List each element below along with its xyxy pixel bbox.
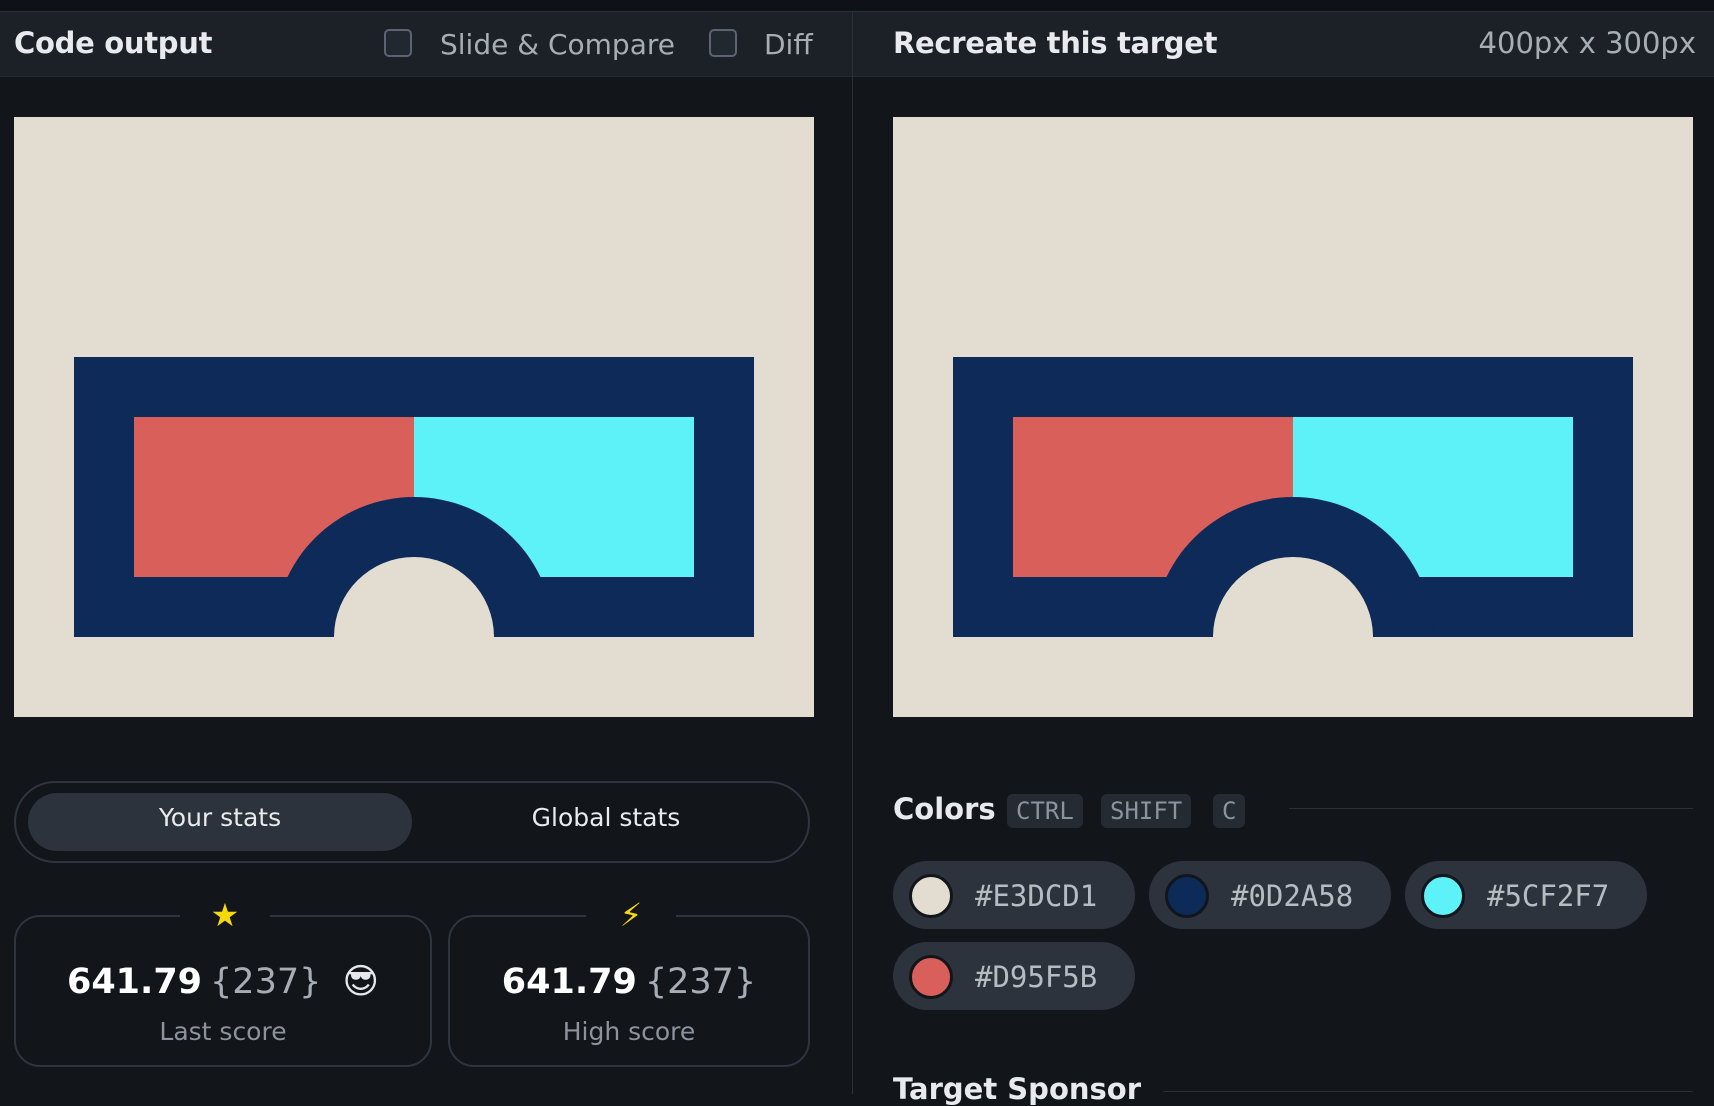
high-score-label: High score	[562, 1017, 696, 1046]
color-swatch[interactable]: #D95F5B	[893, 942, 1135, 1010]
colors-title: Colors	[893, 792, 996, 826]
swatch-hex: #5CF2F7	[1487, 879, 1610, 913]
diff-checkbox[interactable]	[709, 29, 737, 57]
code-output-panel: Code output Slide & Compare Diff Your st…	[0, 12, 852, 1094]
color-swatch[interactable]: #E3DCD1	[893, 861, 1135, 929]
color-swatch[interactable]: #0D2A58	[1149, 861, 1391, 929]
target-panel: Recreate this target 400px x 300px Color…	[853, 12, 1714, 1106]
glasses-render	[14, 117, 814, 717]
color-swatch[interactable]: #5CF2F7	[1405, 861, 1647, 929]
kbd-c: C	[1213, 794, 1246, 828]
lightning-icon: ⚡	[586, 895, 676, 935]
kbd-ctrl: CTRL	[1007, 794, 1083, 828]
high-score-line: 641.79 {237}	[450, 962, 808, 1002]
swatch-hex: #E3DCD1	[975, 879, 1098, 913]
target-glasses-image	[893, 117, 1693, 717]
slide-compare-checkbox[interactable]	[384, 29, 412, 57]
high-score-value: 641.79	[501, 962, 637, 1002]
swatch-hex: #0D2A58	[1231, 879, 1354, 913]
diff-label[interactable]: Diff	[764, 28, 813, 61]
target-header: Recreate this target 400px x 300px	[853, 12, 1714, 77]
target-sponsor-title: Target Sponsor	[893, 1072, 1142, 1106]
code-output-header: Code output Slide & Compare Diff	[0, 12, 852, 77]
target-dimensions: 400px x 300px	[1478, 26, 1696, 60]
stats-toggle: Your stats Global stats	[14, 781, 810, 863]
slide-compare-label[interactable]: Slide & Compare	[440, 28, 675, 61]
last-score-line: 641.79 {237} 😎	[16, 962, 430, 1002]
colors-rule	[1289, 808, 1693, 809]
high-score-card: ⚡ 641.79 {237} High score	[448, 895, 810, 1067]
last-score-count: {237}	[210, 962, 322, 1002]
last-score-value: 641.79	[66, 962, 203, 1002]
sponsor-rule	[1163, 1091, 1693, 1092]
kbd-shift: SHIFT	[1101, 794, 1192, 828]
star-icon: ★	[180, 895, 270, 935]
high-score-count: {237}	[644, 962, 757, 1002]
target-title: Recreate this target	[893, 26, 1218, 60]
sunglasses-emoji-icon: 😎	[342, 962, 380, 1002]
swatch-dot	[1165, 874, 1209, 918]
swatch-dot	[1421, 874, 1465, 918]
swatch-hex: #D95F5B	[975, 960, 1098, 994]
panel-title: Code output	[14, 26, 213, 60]
tab-your-stats[interactable]: Your stats	[28, 803, 412, 832]
target-canvas[interactable]	[893, 117, 1693, 717]
swatch-dot	[909, 874, 953, 918]
tab-global-stats[interactable]: Global stats	[414, 803, 798, 832]
window-top-bar	[0, 0, 1714, 12]
last-score-label: Last score	[159, 1017, 287, 1046]
last-score-card: ★ 641.79 {237} 😎 Last score	[14, 895, 432, 1067]
code-output-canvas[interactable]	[14, 117, 814, 717]
swatch-dot	[909, 955, 953, 999]
